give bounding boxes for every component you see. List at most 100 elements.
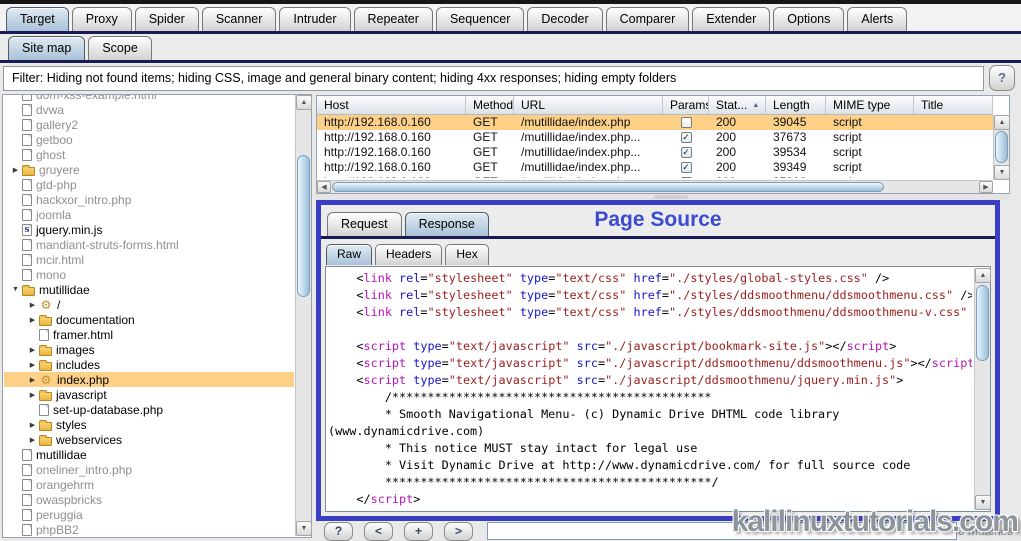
column-header-title[interactable]: Title bbox=[914, 96, 993, 114]
expanded-arrow-icon[interactable] bbox=[9, 286, 22, 293]
viewer-subtab-raw[interactable]: Raw bbox=[326, 244, 372, 265]
main-tab-extender[interactable]: Extender bbox=[692, 7, 770, 31]
tree-item-styles[interactable]: styles bbox=[4, 417, 294, 432]
collapsed-arrow-icon[interactable] bbox=[26, 316, 39, 324]
gear-icon bbox=[39, 373, 53, 386]
collapsed-arrow-icon[interactable] bbox=[26, 376, 39, 384]
tree-item-includes[interactable]: includes bbox=[4, 357, 294, 372]
tree-item-mcir-html[interactable]: mcir.html bbox=[4, 252, 294, 267]
viewer-tab-request[interactable]: Request bbox=[327, 212, 402, 236]
collapsed-arrow-icon[interactable] bbox=[26, 346, 39, 354]
filter-bar[interactable]: Filter: Hiding not found items; hiding C… bbox=[3, 66, 984, 91]
table-row[interactable]: http://192.168.0.160GET/mutillidae/index… bbox=[317, 130, 993, 145]
tree-item-gruyere[interactable]: gruyere bbox=[4, 162, 294, 177]
tree-item-gallery2[interactable]: gallery2 bbox=[4, 117, 294, 132]
scroll-up-icon[interactable] bbox=[296, 95, 312, 110]
column-header-length[interactable]: Length bbox=[766, 96, 826, 114]
main-tab-target[interactable]: Target bbox=[6, 7, 69, 31]
collapsed-arrow-icon[interactable] bbox=[26, 301, 39, 309]
search-prev-button[interactable]: < bbox=[364, 522, 393, 541]
search-help-button[interactable]: ? bbox=[324, 522, 353, 541]
main-tab-scanner[interactable]: Scanner bbox=[202, 7, 277, 31]
collapsed-arrow-icon[interactable] bbox=[26, 421, 39, 429]
column-header-url[interactable]: URL bbox=[514, 96, 663, 114]
tree-item-images[interactable]: images bbox=[4, 342, 294, 357]
tree-item-dvwa[interactable]: dvwa bbox=[4, 102, 294, 117]
tree-scrollbar-thumb[interactable] bbox=[297, 155, 310, 297]
table-horizontal-scrollbar[interactable] bbox=[317, 180, 993, 193]
scroll-left-icon[interactable] bbox=[317, 181, 331, 193]
tree-item-gtd-php[interactable]: gtd-php bbox=[4, 177, 294, 192]
tree-item-set-up-database-php[interactable]: set-up-database.php bbox=[4, 402, 294, 417]
main-tab-repeater[interactable]: Repeater bbox=[354, 7, 433, 31]
main-tab-proxy[interactable]: Proxy bbox=[72, 7, 132, 31]
viewer-subtab-hex[interactable]: Hex bbox=[445, 244, 488, 265]
tree-item-dom-xss-example-html[interactable]: dom-xss-example.html bbox=[4, 95, 294, 102]
tree-item-orangehrm[interactable]: orangehrm bbox=[4, 477, 294, 492]
main-tab-sequencer[interactable]: Sequencer bbox=[436, 7, 524, 31]
tree-item-mono[interactable]: mono bbox=[4, 267, 294, 282]
table-hscrollbar-thumb[interactable] bbox=[332, 182, 884, 192]
main-tab-comparer[interactable]: Comparer bbox=[606, 7, 690, 31]
main-tab-intruder[interactable]: Intruder bbox=[279, 7, 350, 31]
filter-help-button[interactable]: ? bbox=[989, 65, 1015, 91]
cell-length: 39349 bbox=[766, 160, 826, 175]
response-scrollbar[interactable] bbox=[974, 268, 990, 510]
tree-item-getboo[interactable]: getboo bbox=[4, 132, 294, 147]
tree-item-root[interactable]: / bbox=[4, 297, 294, 312]
splitter-grip-icon[interactable] bbox=[654, 195, 688, 199]
tree-item-ghost[interactable]: ghost bbox=[4, 147, 294, 162]
response-raw-view[interactable]: <link rel="stylesheet" type="text/css" h… bbox=[328, 270, 972, 510]
collapsed-arrow-icon[interactable] bbox=[26, 436, 39, 444]
scroll-up-icon[interactable] bbox=[994, 115, 1010, 130]
search-next-button[interactable]: > bbox=[444, 522, 473, 541]
search-add-button[interactable]: + bbox=[404, 522, 433, 541]
subtab-scope[interactable]: Scope bbox=[88, 36, 151, 60]
table-row[interactable]: http://192.168.0.160GET/mutillidae/index… bbox=[317, 145, 993, 160]
collapsed-arrow-icon[interactable] bbox=[26, 391, 39, 399]
response-scrollbar-thumb[interactable] bbox=[976, 285, 989, 361]
scroll-down-icon[interactable] bbox=[975, 495, 991, 510]
tree-scrollbar[interactable] bbox=[295, 95, 311, 536]
viewer-subtab-headers[interactable]: Headers bbox=[375, 244, 442, 265]
scroll-up-icon[interactable] bbox=[975, 268, 991, 283]
tree-item-mutillidae[interactable]: mutillidae bbox=[4, 447, 294, 462]
tree-item-index-php[interactable]: index.php bbox=[4, 372, 294, 387]
tree-item-peruggia[interactable]: peruggia bbox=[4, 507, 294, 522]
main-tab-spider[interactable]: Spider bbox=[135, 7, 199, 31]
table-row[interactable]: http://192.168.0.160GET/mutillidae/index… bbox=[317, 175, 993, 178]
table-vertical-scrollbar[interactable] bbox=[993, 115, 1009, 180]
tree-item-joomla[interactable]: joomla bbox=[4, 207, 294, 222]
tree-item-oneliner-intro-php[interactable]: oneliner_intro.php bbox=[4, 462, 294, 477]
tree-item-phpbb2[interactable]: phpBB2 bbox=[4, 522, 294, 536]
tree-item-documentation[interactable]: documentation bbox=[4, 312, 294, 327]
scroll-right-icon[interactable] bbox=[979, 181, 993, 193]
tree-item-jquery-min-js[interactable]: jquery.min.js bbox=[4, 222, 294, 237]
column-header-method[interactable]: Method bbox=[466, 96, 514, 114]
viewer-tab-response[interactable]: Response bbox=[405, 212, 489, 236]
column-header-stat[interactable]: Stat... bbox=[709, 96, 766, 114]
tree-item-webservices[interactable]: webservices bbox=[4, 432, 294, 447]
column-header-host[interactable]: Host bbox=[317, 96, 466, 114]
tree-item-hackxor-intro-php[interactable]: hackxor_intro.php bbox=[4, 192, 294, 207]
table-row[interactable]: http://192.168.0.160GET/mutillidae/index… bbox=[317, 160, 993, 175]
subtab-site-map[interactable]: Site map bbox=[8, 36, 85, 60]
main-tab-alerts[interactable]: Alerts bbox=[847, 7, 907, 31]
tree-item-framer-html[interactable]: framer.html bbox=[4, 327, 294, 342]
main-tab-options[interactable]: Options bbox=[773, 7, 844, 31]
tree-item-mandiant-struts-forms-html[interactable]: mandiant-struts-forms.html bbox=[4, 237, 294, 252]
column-header-mime-type[interactable]: MIME type bbox=[826, 96, 914, 114]
scroll-down-icon[interactable] bbox=[296, 521, 312, 536]
script-icon bbox=[22, 224, 32, 236]
main-tab-decoder[interactable]: Decoder bbox=[527, 7, 602, 31]
search-input[interactable] bbox=[487, 522, 957, 540]
tree-item-owaspbricks[interactable]: owaspbricks bbox=[4, 492, 294, 507]
table-scrollbar-thumb[interactable] bbox=[995, 131, 1008, 163]
column-header-params[interactable]: Params bbox=[663, 96, 709, 114]
tree-item-javascript[interactable]: javascript bbox=[4, 387, 294, 402]
tree-item-mutillidae[interactable]: mutillidae bbox=[4, 282, 294, 297]
scroll-down-icon[interactable] bbox=[994, 165, 1010, 180]
collapsed-arrow-icon[interactable] bbox=[9, 166, 22, 174]
table-row[interactable]: http://192.168.0.160GET/mutillidae/index… bbox=[317, 115, 993, 130]
collapsed-arrow-icon[interactable] bbox=[26, 361, 39, 369]
